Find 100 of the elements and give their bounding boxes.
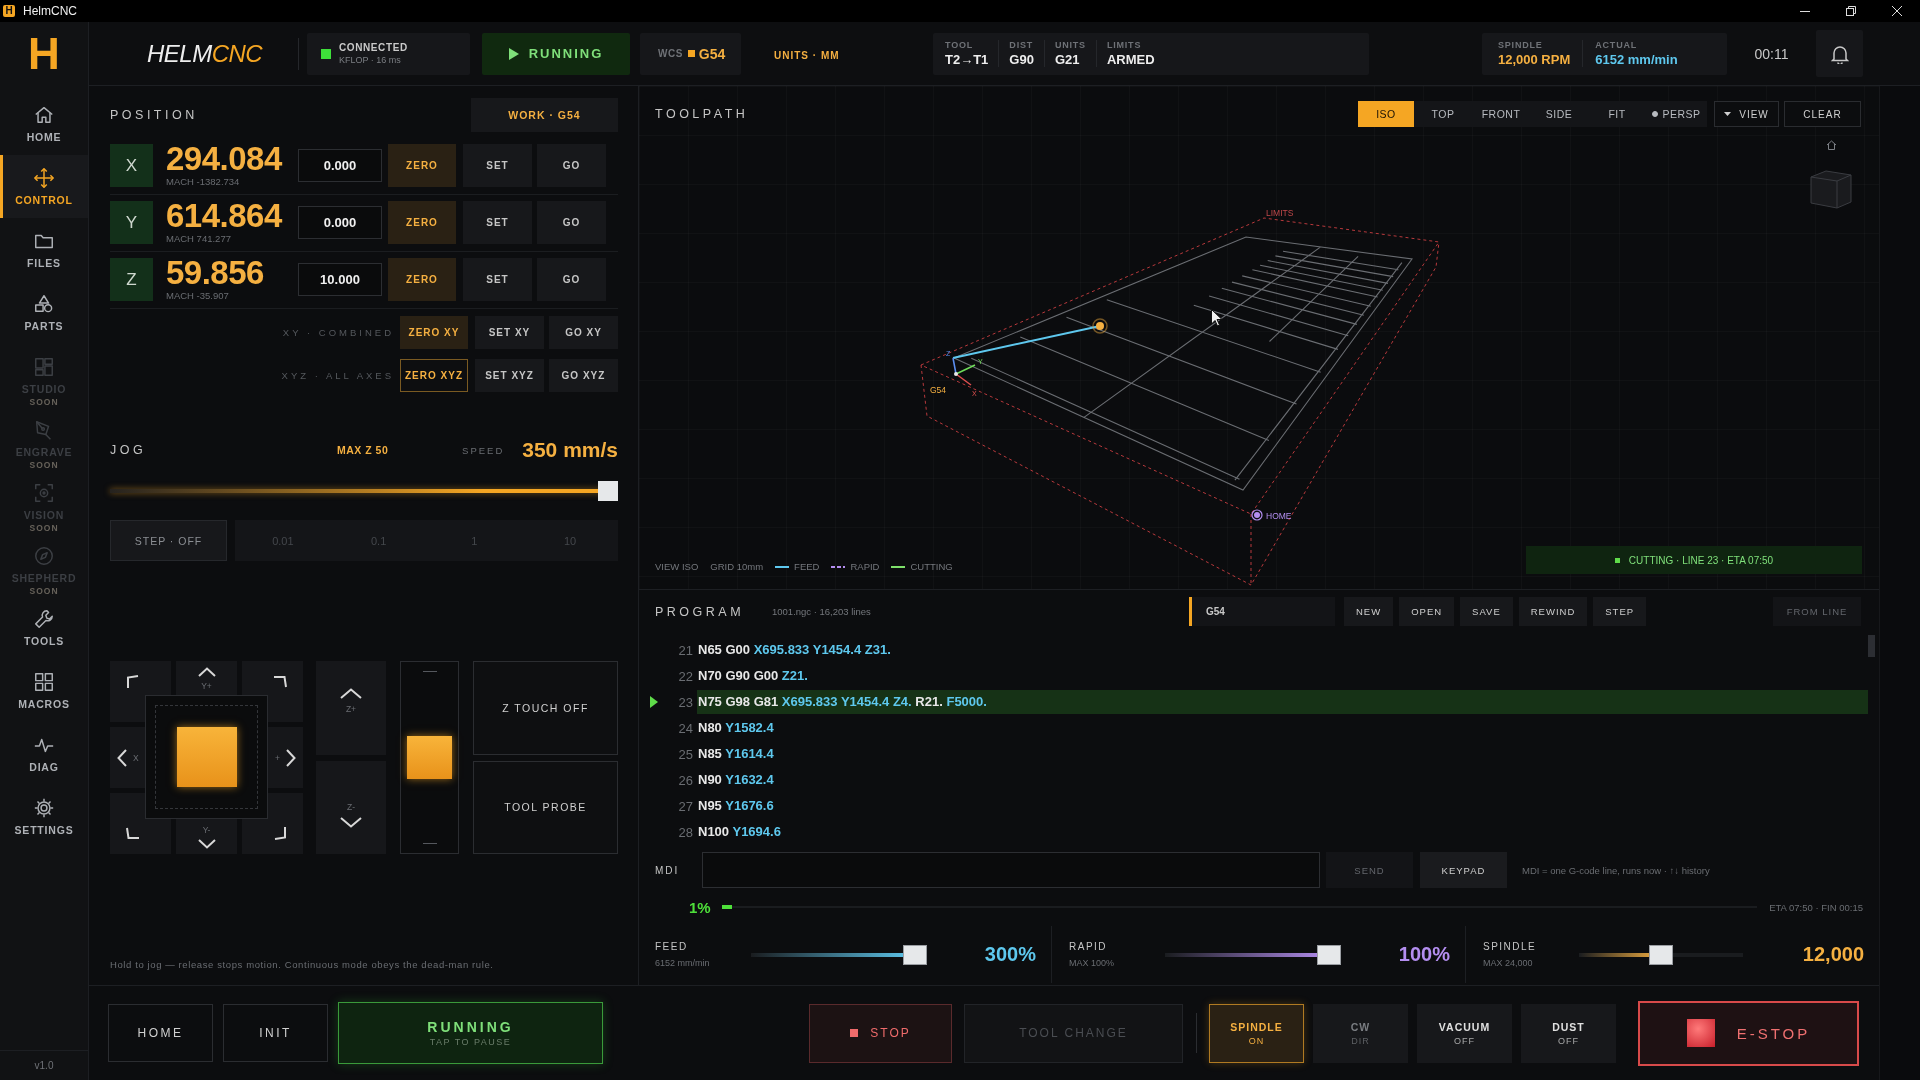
set-button[interactable]: SET	[463, 258, 532, 301]
offset-input[interactable]: 10.000	[298, 263, 382, 296]
jog-button[interactable]: +	[268, 727, 303, 788]
work-offset-button[interactable]: WORK · G54	[471, 98, 618, 132]
gcode-text[interactable]: N95 Y1676.6	[697, 794, 1868, 818]
zero-button[interactable]: ZERO	[388, 144, 456, 187]
jog-button[interactable]: Y+	[176, 661, 237, 695]
slider-thumb[interactable]	[407, 736, 452, 779]
gcode-text[interactable]: N70 G90 G00 Z21.	[697, 664, 1868, 688]
clear-button[interactable]: CLEAR	[1784, 101, 1861, 127]
mdi-input[interactable]	[702, 852, 1320, 888]
gcode-text[interactable]: N80 Y1582.4	[697, 716, 1868, 740]
set-button[interactable]: SET	[463, 144, 532, 187]
emergency-stop-button[interactable]: E-STOP	[1638, 1000, 1859, 1066]
set-button[interactable]: SET	[463, 201, 532, 244]
notifications-button[interactable]	[1816, 30, 1863, 77]
go-button[interactable]: GO	[537, 258, 606, 301]
line-number: 23	[677, 694, 693, 710]
jog-button[interactable]: Y-	[176, 819, 237, 854]
view-tab[interactable]: FRONT	[1472, 101, 1530, 127]
home-icon[interactable]	[1826, 140, 1837, 150]
program-action-button[interactable]: SAVE	[1460, 597, 1513, 626]
nav-item[interactable]: DIAG	[0, 722, 88, 785]
nav-item[interactable]: PARTS	[0, 281, 88, 344]
go-button[interactable]: GO XYZ	[549, 359, 618, 392]
gcode-text[interactable]: N90 Y1632.4	[697, 768, 1868, 792]
run-pause-button[interactable]: RUNNING TAP TO PAUSE	[338, 1002, 603, 1064]
corner-bracket-icon	[126, 675, 140, 689]
jog-button[interactable]: X	[110, 727, 145, 788]
perspective-toggle[interactable]: PERSP	[1646, 101, 1707, 127]
gcode-text[interactable]: N85 Y1614.4	[697, 742, 1868, 766]
view-menu-button[interactable]: VIEW	[1714, 101, 1779, 127]
jog-button[interactable]: Z+	[316, 661, 386, 755]
home-button[interactable]: HOME	[108, 1004, 213, 1062]
keypad-button[interactable]: KEYPAD	[1420, 852, 1507, 888]
zero-button[interactable]: ZERO XY	[400, 316, 468, 349]
chevron-left-icon	[117, 748, 127, 767]
view-mode-text: VIEW ISO	[655, 561, 699, 572]
chevron-right-icon	[286, 748, 296, 767]
z-jog-slider[interactable]	[400, 661, 459, 854]
grid-icon	[33, 671, 55, 693]
stop-button[interactable]: STOP	[809, 1003, 952, 1063]
go-button[interactable]: GO	[537, 201, 606, 244]
toggle-button[interactable]: VACUUM OFF	[1417, 1003, 1512, 1063]
legend-label: FEED	[794, 561, 820, 572]
view-tab[interactable]: ISO	[1358, 101, 1414, 127]
z-touch-off-button[interactable]: Z TOUCH OFF	[473, 661, 618, 755]
gcode-text[interactable]: N75 G98 G81 X695.833 Y1454.4 Z4. R21. F5000.	[697, 690, 1868, 714]
toggle-button[interactable]: SPINDLE ON	[1209, 1003, 1304, 1063]
version-label: v1.0	[34, 1060, 54, 1071]
nav-item[interactable]: CONTROL	[0, 155, 88, 218]
scrollbar-thumb[interactable]	[1868, 635, 1875, 657]
chevron-up-icon	[340, 688, 362, 699]
axis-letter: X	[110, 144, 153, 187]
line-number: 24	[677, 720, 693, 736]
gcode-text[interactable]: N100 Y1694.6	[697, 820, 1868, 844]
init-button[interactable]: INIT	[223, 1004, 328, 1062]
nav-item[interactable]: HOME	[0, 92, 88, 155]
fit-button[interactable]: FIT	[1588, 101, 1646, 127]
jog-button[interactable]: Z-	[316, 761, 386, 854]
program-action-button[interactable]: STEP	[1593, 597, 1647, 626]
nav-item[interactable]: SETTINGS	[0, 785, 88, 848]
go-button[interactable]: GO XY	[549, 316, 618, 349]
go-button[interactable]: GO	[537, 144, 606, 187]
zero-button[interactable]: ZERO	[388, 201, 456, 244]
joystick-handle[interactable]	[176, 727, 237, 787]
zero-button[interactable]: ZERO	[388, 258, 456, 301]
wcs-field[interactable]: G54	[1189, 597, 1335, 626]
wcs-value: G54	[698, 45, 726, 62]
joystick-pad[interactable]	[145, 695, 268, 819]
nav-item[interactable]: TOOLS	[0, 596, 88, 659]
set-button[interactable]: SET XYZ	[475, 359, 544, 392]
tool-probe-button[interactable]: TOOL PROBE	[473, 760, 618, 854]
offset-input[interactable]: 0.000	[298, 149, 382, 182]
home-icon	[33, 104, 55, 126]
zero-button[interactable]: ZERO XYZ	[400, 359, 468, 392]
offset-input[interactable]: 0.000	[298, 206, 382, 239]
grid-size-text: GRID 10mm	[710, 561, 764, 572]
view-tab[interactable]: SIDE	[1530, 101, 1588, 127]
program-action-button[interactable]: NEW	[1344, 597, 1394, 626]
slider-thumb[interactable]	[598, 481, 618, 501]
override-label: SPINDLE	[1483, 941, 1538, 952]
minimize-icon	[1800, 10, 1810, 12]
gcode-text[interactable]: N65 G00 X695.833 Y1454.4 Z31.	[697, 638, 1868, 662]
program-action-button[interactable]: REWIND	[1518, 597, 1588, 626]
set-button[interactable]: SET XY	[475, 316, 544, 349]
slider-thumb[interactable]	[1317, 944, 1341, 965]
slider-thumb[interactable]	[903, 944, 927, 965]
legend-label: RAPID	[850, 561, 880, 572]
toggle-button[interactable]: DUST OFF	[1521, 1003, 1616, 1063]
status-text: CUTTING · LINE 23 · ETA 07:50	[1628, 554, 1774, 566]
step-toggle-button[interactable]: STEP · OFF	[110, 520, 227, 561]
nav-item[interactable]: MACROS	[0, 659, 88, 722]
jog-speed-slider[interactable]	[110, 481, 618, 501]
program-action-button[interactable]: OPEN	[1399, 597, 1455, 626]
view-tab[interactable]: TOP	[1414, 101, 1472, 127]
slider-thumb[interactable]	[1649, 944, 1673, 965]
axis-position-value: 59.856	[166, 258, 265, 288]
nav-item[interactable]: FILES	[0, 218, 88, 281]
axis-letter: Y	[110, 201, 153, 244]
